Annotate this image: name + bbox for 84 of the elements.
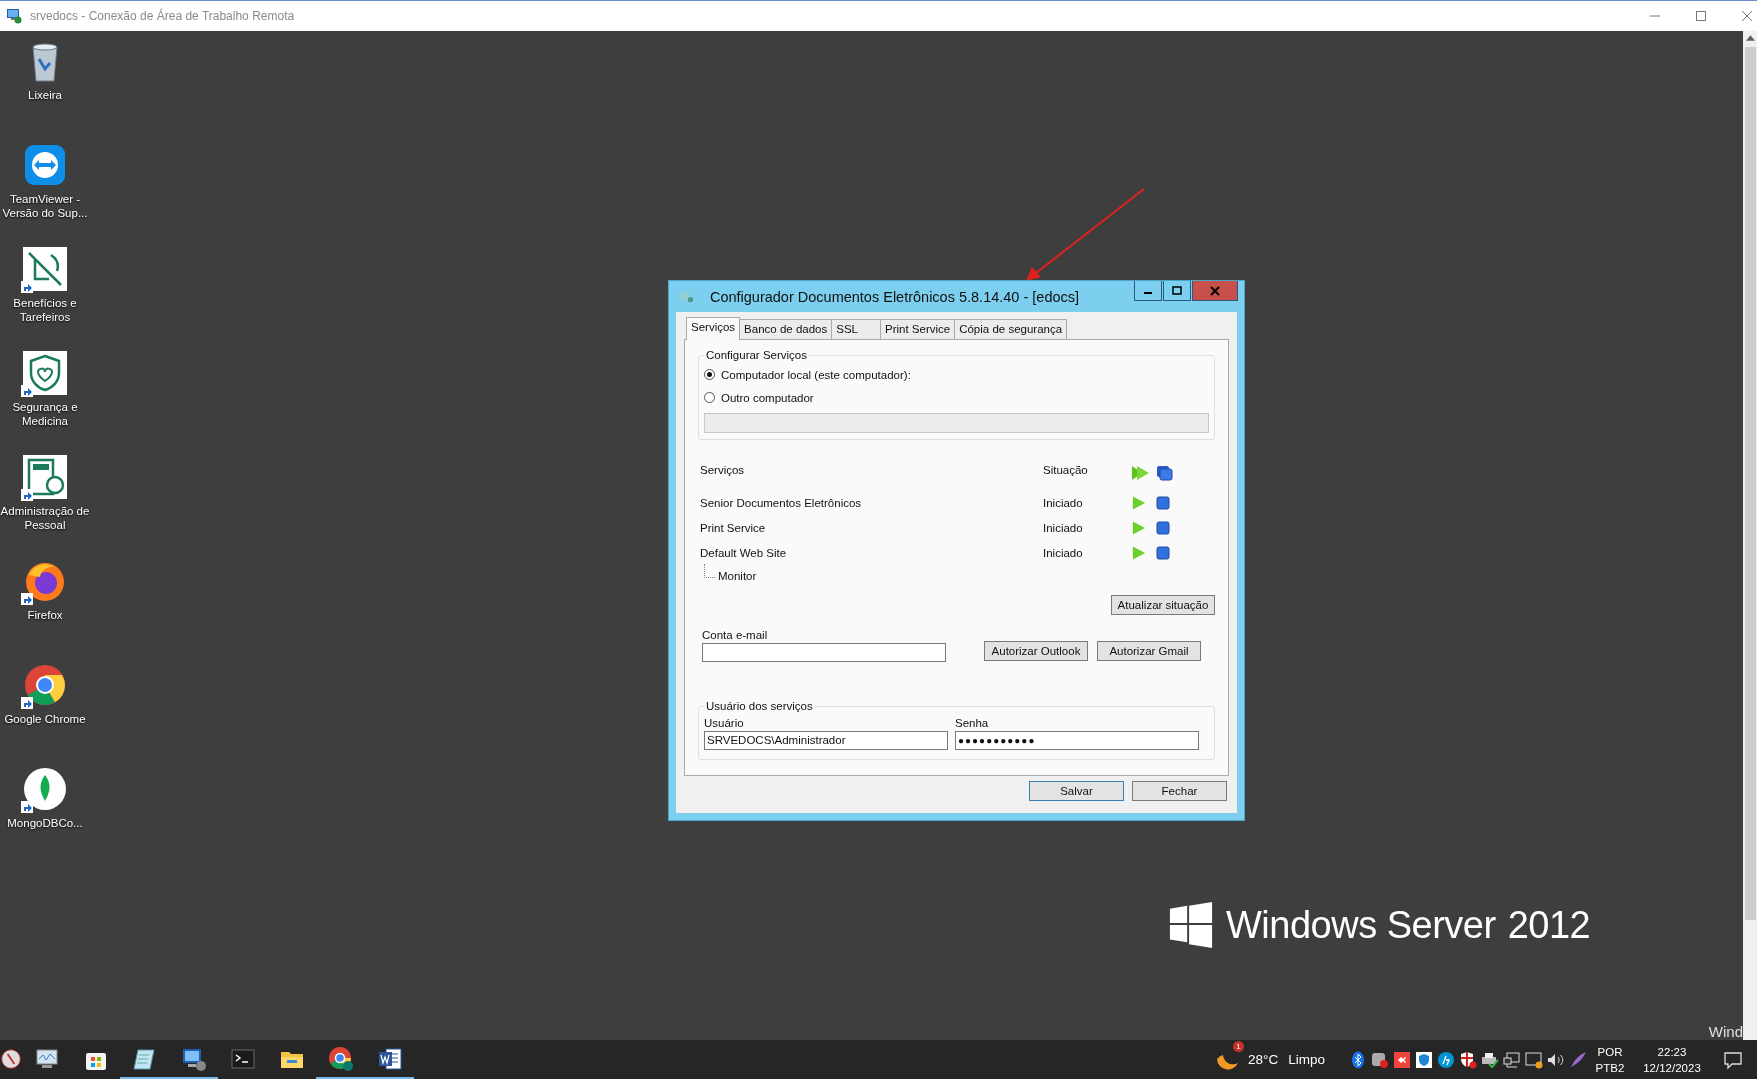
column-header: Serviços	[700, 464, 746, 476]
service-status: Iniciado	[1043, 546, 1084, 559]
tab[interactable]: Banco de dados	[739, 319, 833, 339]
password-input-field[interactable]: ●●●●●●●●●●●	[955, 731, 1199, 750]
remote-desktop-icon	[6, 8, 22, 24]
scroll-thumb[interactable]	[1744, 47, 1756, 920]
close-icon[interactable]	[1741, 10, 1753, 22]
authorize-button[interactable]: Autorizar Outlook	[984, 641, 1088, 661]
service-name: Default Web Site	[700, 546, 788, 559]
radio-button[interactable]	[704, 392, 715, 403]
dialog-title: Configurador Documentos Eletrônicos 5.8.14.40 - [edocs]	[708, 288, 1081, 305]
activation-text: Wind	[1708, 1024, 1743, 1040]
stop-all-icon[interactable]	[1156, 465, 1173, 481]
desktop-shortcut-icon[interactable]	[21, 453, 69, 501]
minimize-button[interactable]	[1134, 281, 1162, 301]
vertical-scrollbar[interactable]	[1743, 31, 1757, 1040]
desktop-shortcut-icon[interactable]	[21, 349, 69, 397]
dialog-button[interactable]: Salvar	[1029, 781, 1124, 801]
display-alert-icon[interactable]	[1525, 1050, 1543, 1069]
scroll-up-icon[interactable]	[1745, 35, 1755, 41]
email-input-field[interactable]	[702, 643, 946, 662]
wallpaper-version-text: 2012	[1507, 903, 1591, 947]
column-header: Situação	[1043, 464, 1089, 476]
input-language-indicator[interactable]: POR PTB2	[1593, 1043, 1627, 1076]
stop-icon[interactable]	[1156, 520, 1170, 535]
authorize-button[interactable]: Autorizar Gmail	[1097, 641, 1201, 661]
desktop-icon-label: Segurança e Medicina	[11, 400, 79, 428]
hp-icon[interactable]	[1437, 1050, 1455, 1069]
desktop-icon-label: Firefox	[26, 608, 64, 622]
word-icon[interactable]	[376, 1045, 403, 1072]
desktop-icon-label: Lixeira	[27, 88, 63, 102]
wallpaper-brand-text: Windows Server	[1226, 903, 1496, 947]
start-all-icon[interactable]	[1131, 465, 1151, 481]
dialog-button[interactable]: Fechar	[1132, 781, 1227, 801]
maximize-icon	[1172, 285, 1182, 296]
maximize-icon[interactable]	[1695, 10, 1707, 22]
tab[interactable]: Serviços	[686, 317, 741, 340]
close-icon	[1210, 285, 1220, 296]
taskbar-clock[interactable]: 22:23 12/12/2023	[1637, 1043, 1707, 1076]
service-child-name: Monitor	[718, 570, 757, 582]
field-label: Usuário	[704, 717, 745, 729]
radio-button[interactable]	[704, 369, 715, 380]
desktop-icon-label: Administração de Pessoal	[0, 504, 90, 532]
service-status: Iniciado	[1043, 521, 1084, 534]
bluetooth-icon[interactable]	[1349, 1050, 1367, 1069]
desktop-icon-label: Google Chrome	[3, 712, 87, 726]
group-legend: Configurar Serviços	[704, 349, 809, 361]
group-legend: Usuário dos serviços	[704, 700, 815, 712]
service-name: Print Service	[700, 521, 767, 534]
desktop-icon-label: TeamViewer - Versão do Sup...	[1, 192, 89, 220]
shield-error-icon[interactable]	[1459, 1050, 1477, 1069]
notifications-icon[interactable]	[1723, 1049, 1743, 1070]
printer-check-icon[interactable]	[1481, 1050, 1499, 1069]
weather-temperature: 28°C	[1248, 1052, 1279, 1067]
maximize-button[interactable]	[1163, 281, 1191, 301]
tab[interactable]: SSL	[831, 319, 881, 339]
service-status: Iniciado	[1043, 496, 1084, 509]
network-icon[interactable]	[1503, 1050, 1521, 1069]
weather-condition: Limpo	[1288, 1052, 1325, 1067]
shield-icon[interactable]	[1415, 1050, 1433, 1069]
stop-icon[interactable]	[1156, 495, 1170, 510]
tab[interactable]: Print Service	[880, 319, 956, 339]
radio-label: Outro computador	[721, 391, 814, 404]
desktop-icon-label: Benefícios e Tarefeiros	[12, 296, 78, 324]
sync-error-icon[interactable]	[1371, 1050, 1389, 1069]
refresh-status-button[interactable]: Atualizar situação	[1111, 595, 1215, 615]
field-label: Senha	[955, 717, 990, 729]
tab[interactable]: Cópia de segurança	[954, 319, 1068, 339]
close-button[interactable]	[1192, 281, 1238, 301]
pen-icon[interactable]	[1569, 1050, 1587, 1069]
desktop-shortcut-icon[interactable]	[21, 245, 69, 293]
remote-access-icon[interactable]	[1393, 1050, 1411, 1069]
notification-badge: 1	[1233, 1040, 1245, 1052]
windows-logo-icon	[1168, 902, 1214, 948]
stop-icon[interactable]	[1156, 545, 1170, 560]
desktop-shortcut-icon[interactable]	[21, 765, 69, 813]
username-input-field[interactable]: SRVEDOCS\Administrador	[704, 731, 948, 750]
window-title: srvedocs - Conexão de Área de Trabalho Remota	[30, 9, 295, 23]
radio-label: Computador local (este computador):	[721, 368, 911, 381]
field-label: Conta e-mail	[702, 629, 769, 641]
minimize-icon	[1144, 292, 1152, 294]
service-name: Senior Documentos Eletrônicos	[700, 496, 863, 509]
desktop-icon-label: MongoDBCo...	[6, 816, 84, 830]
chrome-icon[interactable]	[327, 1045, 354, 1072]
